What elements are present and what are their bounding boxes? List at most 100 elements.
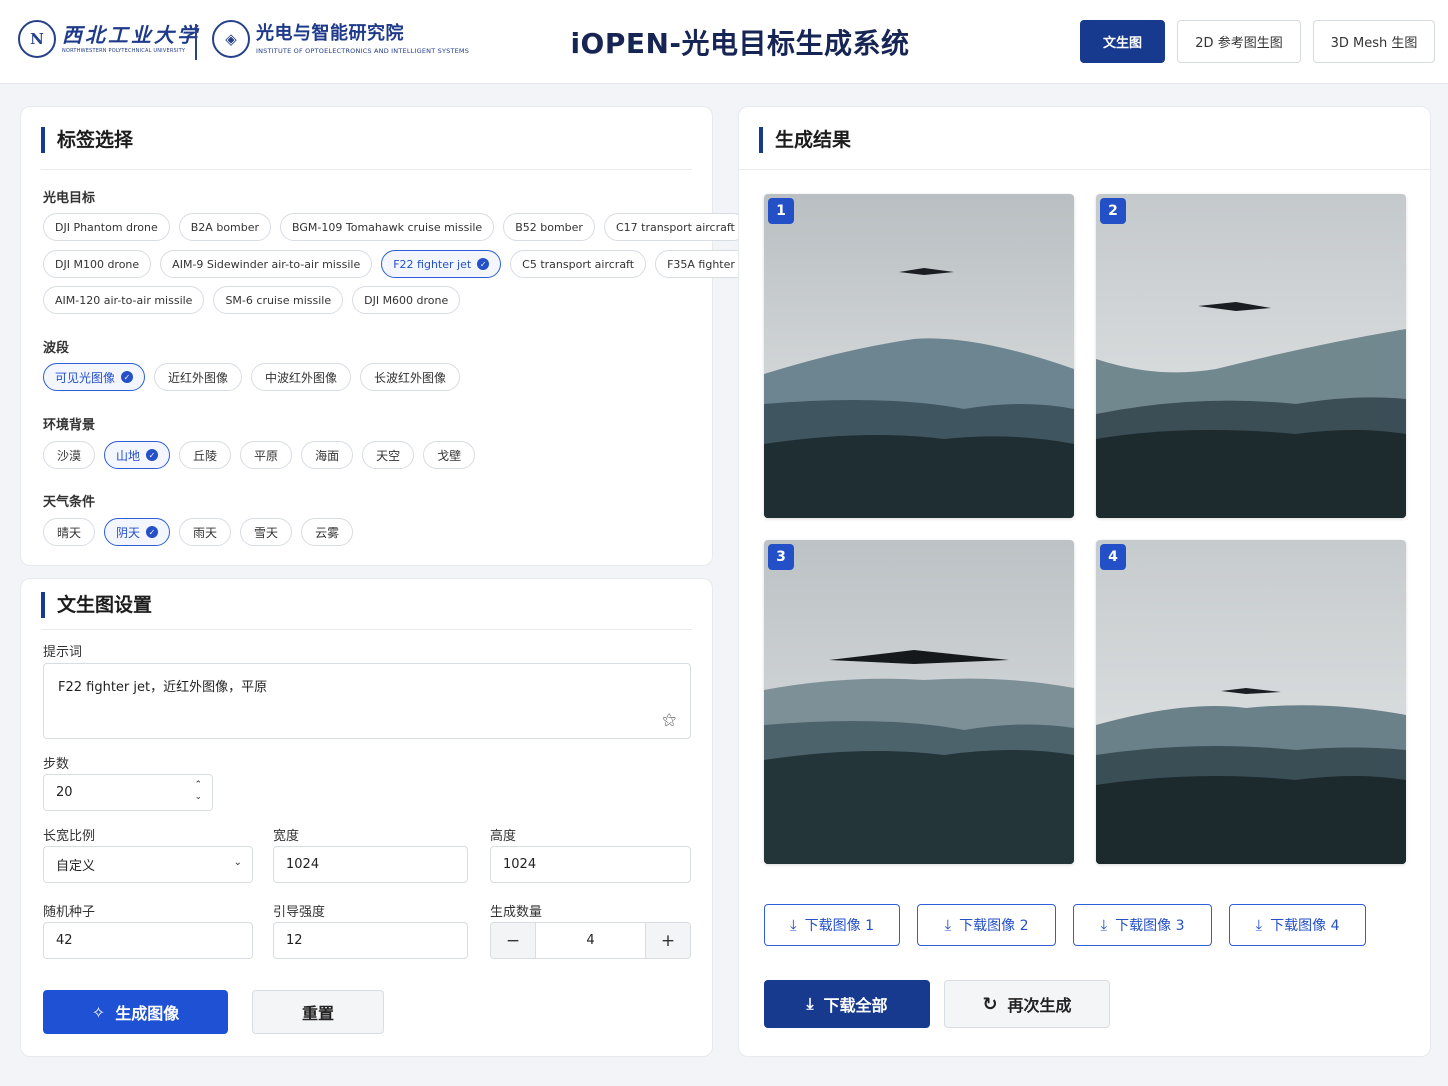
chip-band[interactable]: 长波红外图像 — [360, 363, 461, 391]
steps-input[interactable]: 20 ⌃ ⌄ — [43, 774, 213, 811]
institute-name-cn: 光电与智能研究院 — [256, 23, 404, 44]
chip-target[interactable]: C5 transport aircraft — [510, 250, 647, 278]
divider — [41, 629, 692, 630]
result-image-1[interactable]: 1 — [764, 194, 1074, 518]
chip-target[interactable]: DJI M100 drone — [43, 250, 152, 278]
steps-label: 步数 — [43, 757, 70, 772]
download-image-4-button[interactable]: ⤓ 下载图像 4 — [1229, 904, 1366, 946]
plus-button[interactable]: + — [646, 923, 690, 958]
spinner-icon[interactable]: ⌃ ⌄ — [194, 779, 202, 803]
chevron-down-icon: ⌄ — [233, 857, 242, 868]
weather-row: 晴天 阴天 ✓ 雨天 雪天 云雾 — [43, 518, 354, 546]
generated-image — [764, 194, 1074, 518]
chip-env-selected[interactable]: 山地 ✓ — [104, 441, 171, 469]
nav-2d-reference[interactable]: 2D 参考图生图 — [1177, 20, 1301, 63]
reset-button[interactable]: 重置 — [252, 990, 384, 1034]
count-label: 生成数量 — [490, 905, 543, 920]
chip-weather[interactable]: 雨天 — [179, 518, 232, 546]
result-image-3[interactable]: 3 — [764, 540, 1074, 864]
chip-target[interactable]: DJI M600 drone — [352, 286, 461, 314]
nav-3d-mesh[interactable]: 3D Mesh 生图 — [1313, 20, 1435, 63]
check-icon: ✓ — [146, 449, 159, 461]
chip-env[interactable]: 海面 — [301, 441, 354, 469]
ratio-select[interactable]: 自定义 ⌄ — [43, 846, 253, 883]
chip-weather[interactable]: 晴天 — [43, 518, 96, 546]
chip-target[interactable]: BGM-109 Tomahawk cruise missile — [280, 213, 495, 241]
chip-band[interactable]: 中波红外图像 — [251, 363, 352, 391]
chip-env[interactable]: 天空 — [362, 441, 415, 469]
generate-button[interactable]: ✧ 生成图像 — [43, 990, 228, 1034]
chip-target[interactable]: B2A bomber — [178, 213, 272, 241]
generated-image — [1096, 194, 1406, 518]
prompt-input[interactable]: F22 fighter jet，近红外图像，平原 ⚝ — [43, 663, 691, 739]
university-name-en: NORTHWESTERN POLYTECHNICAL UNIVERSITY — [62, 48, 186, 54]
check-icon: ✓ — [121, 371, 134, 383]
institute-seal-icon: ◈ — [212, 20, 250, 58]
chip-weather[interactable]: 云雾 — [301, 518, 354, 546]
chip-target[interactable]: DJI Phantom drone — [43, 213, 170, 241]
chip-target[interactable]: SM-6 cruise missile — [213, 286, 344, 314]
prompt-value: F22 fighter jet，近红外图像，平原 — [58, 680, 268, 695]
chip-target[interactable]: AIM-120 air-to-air missile — [43, 286, 205, 314]
download-all-button[interactable]: ⤓ 下载全部 — [764, 980, 930, 1028]
download-image-2-button[interactable]: ⤓ 下载图像 2 — [917, 904, 1056, 946]
width-input[interactable]: 1024 — [273, 846, 468, 883]
system-title: iOPEN-光电目标生成系统 — [570, 27, 910, 60]
chip-target[interactable]: B52 bomber — [503, 213, 595, 241]
magic-wand-icon[interactable]: ⚝ — [662, 712, 676, 728]
generated-image — [764, 540, 1074, 864]
chip-env[interactable]: 戈壁 — [423, 441, 476, 469]
chip-weather-selected[interactable]: 阴天 ✓ — [104, 518, 171, 546]
image-index-badge: 2 — [1100, 198, 1126, 224]
env-group-label: 环境背景 — [43, 418, 96, 433]
band-row: 可见光图像 ✓ 近红外图像 中波红外图像 长波红外图像 — [43, 363, 461, 391]
image-index-badge: 4 — [1100, 544, 1126, 570]
download-image-3-button[interactable]: ⤓ 下载图像 3 — [1073, 904, 1212, 946]
university-seal-icon: N — [18, 20, 56, 58]
download-image-1-button[interactable]: ⤓ 下载图像 1 — [764, 904, 900, 946]
chip-target-selected[interactable]: F22 fighter jet ✓ — [381, 250, 502, 278]
guidance-label: 引导强度 — [273, 905, 326, 920]
count-value[interactable]: 4 — [535, 923, 646, 958]
height-input[interactable]: 1024 — [490, 846, 691, 883]
chip-band[interactable]: 近红外图像 — [154, 363, 243, 391]
chip-env[interactable]: 沙漠 — [43, 441, 96, 469]
guidance-input[interactable]: 12 — [273, 922, 468, 959]
band-group-label: 波段 — [43, 341, 70, 356]
ratio-label: 长宽比例 — [43, 829, 96, 844]
download-icon: ⤓ — [944, 916, 952, 934]
target-group-label: 光电目标 — [43, 191, 96, 206]
chip-weather[interactable]: 雪天 — [240, 518, 293, 546]
chip-env[interactable]: 丘陵 — [179, 441, 232, 469]
chip-target[interactable]: AIM-9 Sidewinder air-to-air missile — [160, 250, 373, 278]
chip-env[interactable]: 平原 — [240, 441, 293, 469]
download-icon: ⤓ — [1255, 916, 1263, 934]
image-index-badge: 3 — [768, 544, 794, 570]
target-row-1: DJI Phantom drone B2A bomber BGM-109 Tom… — [43, 213, 747, 241]
seed-label: 随机种子 — [43, 905, 96, 920]
generated-image — [1096, 540, 1406, 864]
download-icon: ⤓ — [806, 994, 814, 1013]
weather-group-label: 天气条件 — [43, 495, 96, 510]
target-row-3: AIM-120 air-to-air missile SM-6 cruise m… — [43, 286, 461, 314]
minus-button[interactable]: − — [491, 923, 535, 958]
app-header: N 西北工业大学 NORTHWESTERN POLYTECHNICAL UNIV… — [0, 0, 1448, 84]
height-label: 高度 — [490, 829, 517, 844]
regenerate-button[interactable]: ↻ 再次生成 — [944, 980, 1110, 1028]
download-icon: ⤓ — [1100, 916, 1108, 934]
result-image-4[interactable]: 4 — [1096, 540, 1406, 864]
university-name-cn: 西北工业大学 — [62, 23, 200, 47]
sparkle-icon: ✧ — [91, 1002, 106, 1022]
panel-title-settings: 文生图设置 — [41, 592, 152, 618]
check-icon: ✓ — [146, 526, 159, 538]
seed-input[interactable]: 42 — [43, 922, 253, 959]
panel-title-results: 生成结果 — [759, 127, 851, 153]
panel-title-labels: 标签选择 — [41, 127, 133, 153]
result-image-2[interactable]: 2 — [1096, 194, 1406, 518]
divider — [739, 169, 1432, 170]
image-index-badge: 1 — [768, 198, 794, 224]
chip-target[interactable]: C17 transport aircraft — [603, 213, 747, 241]
nav-text-to-image[interactable]: 文生图 — [1080, 20, 1165, 63]
chip-band-selected[interactable]: 可见光图像 ✓ — [43, 363, 146, 391]
refresh-icon: ↻ — [982, 993, 998, 1015]
